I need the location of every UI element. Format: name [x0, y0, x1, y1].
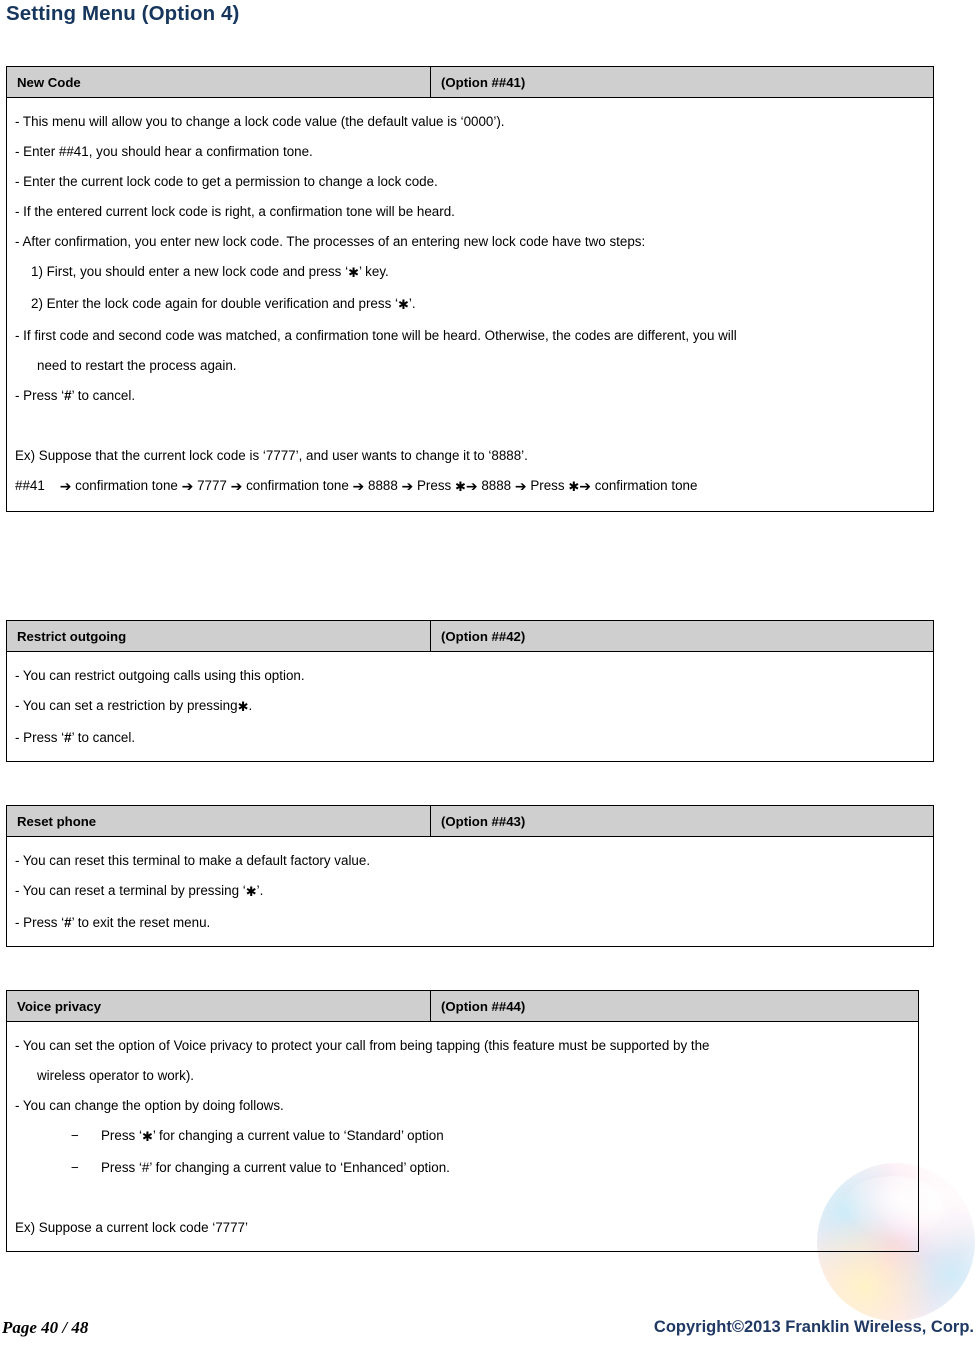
body-line: - You can set the option of Voice privac…: [15, 1038, 710, 1053]
step-1-text-b: ’ key.: [358, 264, 389, 279]
arrow-icon: ➔: [59, 479, 72, 495]
table-header-row: New Code (Option ##41): [7, 67, 933, 98]
bullet-text: Press ‘#’ for changing a current value t…: [101, 1160, 450, 1175]
option-table-restrict-outgoing: Restrict outgoing (Option ##42) - You ca…: [6, 620, 934, 762]
restriction-text-a: - You can set a restriction by pressing: [15, 698, 238, 713]
table-header-name: Restrict outgoing: [7, 621, 431, 651]
table-header-option: (Option ##44): [441, 998, 526, 1014]
body-line-exit: - Press ‘#’ to exit the reset menu.: [15, 908, 925, 938]
dash-icon: −: [71, 1128, 79, 1143]
flow-step: confirmation tone: [246, 478, 349, 493]
hash-icon: #: [64, 915, 72, 930]
table-body: - You can set the option of Voice privac…: [7, 1022, 918, 1251]
star-icon: ✱: [397, 298, 409, 313]
flow-step: confirmation tone: [75, 478, 178, 493]
bullet-text-a: Press ‘: [101, 1128, 142, 1143]
arrow-icon: ➔: [401, 479, 414, 495]
arrow-icon: ➔: [181, 479, 194, 495]
table-header-row: Reset phone (Option ##43): [7, 806, 933, 837]
body-line-continued: need to restart the process again.: [37, 358, 237, 373]
document-page: Setting Menu (Option 4) New Code (Option…: [0, 0, 976, 1356]
bullet-text-b: ’ for changing a current value to ‘Stand…: [152, 1128, 444, 1143]
flow-step: 8888: [481, 478, 512, 493]
example-intro: Ex) Suppose that the current lock code i…: [15, 448, 528, 463]
body-line: - You can reset this terminal to make a …: [15, 853, 371, 868]
cancel-text-b: ’ to cancel.: [71, 388, 136, 403]
dash-icon: −: [71, 1160, 79, 1175]
star-icon: ✱: [237, 700, 249, 715]
table-body: - You can restrict outgoing calls using …: [7, 652, 933, 761]
table-header-row: Voice privacy (Option ##44): [7, 991, 918, 1022]
hash-icon: #: [64, 730, 72, 745]
star-icon: ✱: [568, 480, 580, 495]
table-header-option: (Option ##41): [441, 74, 526, 90]
bullet-line-enhanced: − Press ‘#’ for changing a current value …: [15, 1153, 910, 1183]
flow-step: Press: [417, 478, 452, 493]
body-line: - This menu will allow you to change a l…: [15, 114, 505, 129]
arrow-icon: ➔: [465, 479, 478, 495]
body-line-cancel: - Press ‘#’ to cancel.: [15, 723, 925, 753]
exit-text-a: - Press ‘: [15, 915, 65, 930]
option-table-new-code: New Code (Option ##41) - This menu will …: [6, 66, 934, 512]
body-line: - If first code and second code was matc…: [15, 328, 737, 343]
flow-step: 8888: [368, 478, 398, 493]
body-line: - If the entered current lock code is ri…: [15, 204, 455, 219]
hash-icon: #: [64, 388, 72, 403]
table-header-name: Reset phone: [7, 806, 431, 836]
reset-text-b: ’.: [256, 883, 264, 898]
step-1-text-a: 1) First, you should enter a new lock co…: [31, 264, 349, 279]
body-line-step-2: 2) Enter the lock code again for double …: [15, 289, 925, 321]
restriction-text-b: .: [248, 698, 253, 713]
table-header-row: Restrict outgoing (Option ##42): [7, 621, 933, 652]
table-header-option: (Option ##42): [441, 628, 526, 644]
body-line-restriction: - You can set a restriction by pressing✱…: [15, 691, 925, 723]
body-line-step-1: 1) First, you should enter a new lock co…: [15, 257, 925, 289]
option-table-reset-phone: Reset phone (Option ##43) - You can rese…: [6, 805, 934, 947]
example-intro: Ex) Suppose a current lock code ‘7777’: [15, 1220, 248, 1235]
table-body: - You can reset this terminal to make a …: [7, 837, 933, 946]
table-header-name: Voice privacy: [7, 991, 431, 1021]
option-table-voice-privacy: Voice privacy (Option ##44) - You can se…: [6, 990, 919, 1252]
body-line: - You can restrict outgoing calls using …: [15, 668, 305, 683]
step-2-text-a: 2) Enter the lock code again for double …: [31, 296, 398, 311]
flow-step: 7777: [197, 478, 227, 493]
body-line-cancel: - Press ‘#’ to cancel.: [15, 381, 925, 411]
bullet-line-standard: − Press ‘✱’ for changing a current value …: [15, 1121, 910, 1153]
cancel-text-b: ’ to cancel.: [71, 730, 136, 745]
cancel-text-a: - Press ‘: [15, 730, 65, 745]
flow-step: Press: [530, 478, 565, 493]
cancel-text-a: - Press ‘: [15, 388, 65, 403]
body-line-continued: wireless operator to work).: [37, 1068, 195, 1083]
page-title: Setting Menu (Option 4): [6, 2, 240, 25]
star-icon: ✱: [141, 1130, 153, 1145]
arrow-icon: ➔: [514, 479, 527, 495]
star-icon: ✱: [245, 885, 257, 900]
exit-text-b: ’ to exit the reset menu.: [71, 915, 211, 930]
star-icon: ✱: [454, 480, 466, 495]
copyright-notice: Copyright©2013 Franklin Wireless, Corp.: [653, 1318, 974, 1336]
arrow-icon: ➔: [230, 479, 243, 495]
body-line: - After confirmation, you enter new lock…: [15, 234, 646, 249]
step-2-text-b: ’.: [408, 296, 416, 311]
flow-start: ##41: [15, 478, 45, 493]
reset-text-a: - You can reset a terminal by pressing ‘: [15, 883, 246, 898]
table-body: - This menu will allow you to change a l…: [7, 98, 933, 511]
body-line-reset: - You can reset a terminal by pressing ‘…: [15, 876, 925, 908]
arrow-icon: ➔: [579, 479, 591, 495]
page-number: Page 40 / 48: [2, 1318, 89, 1337]
star-icon: ✱: [348, 266, 359, 281]
body-line: - You can change the option by doing fol…: [15, 1098, 284, 1113]
example-flow: ##41 ➔ confirmation tone ➔ 7777 ➔ confir…: [15, 471, 925, 503]
table-header-name: New Code: [7, 67, 431, 97]
arrow-icon: ➔: [352, 479, 365, 495]
flow-step: confirmation tone: [594, 478, 698, 493]
body-line: - Enter the current lock code to get a p…: [15, 174, 438, 189]
page-footer: Page 40 / 48 Copyright©2013 Franklin Wir…: [0, 1318, 976, 1348]
table-header-option: (Option ##43): [441, 813, 526, 829]
body-line: - Enter ##41, you should hear a confirma…: [15, 144, 313, 159]
